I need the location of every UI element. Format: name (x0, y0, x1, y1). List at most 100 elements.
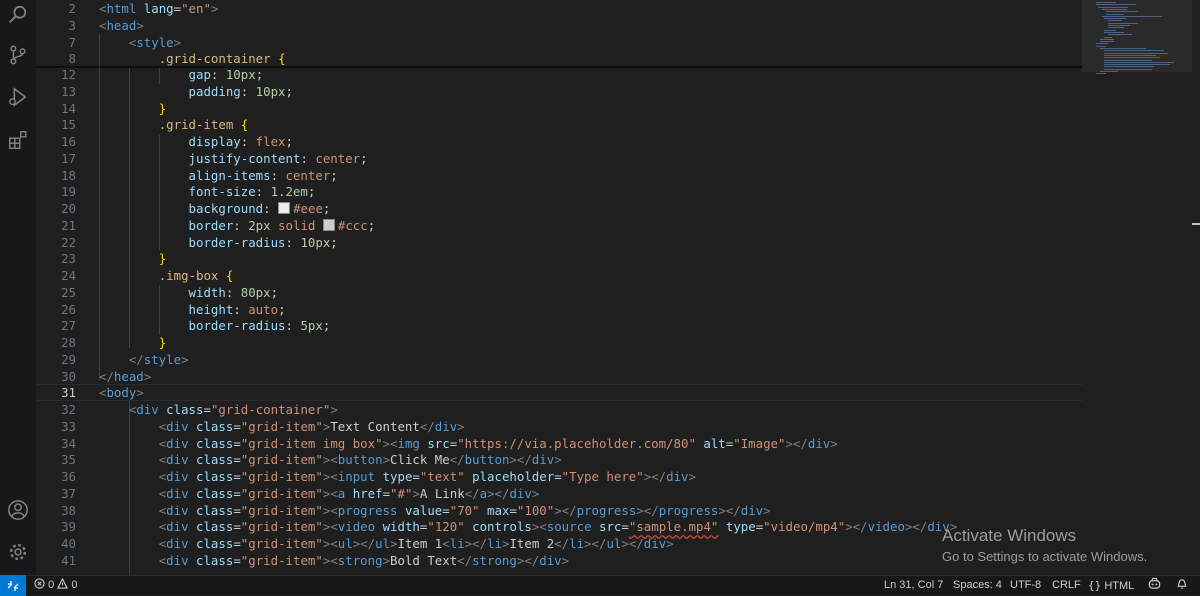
code-token: </ (643, 502, 659, 518)
code-line[interactable]: 37 <div class="grid-item"><a href="#">A … (36, 485, 1082, 502)
code-token: class (196, 536, 234, 551)
remote-icon[interactable] (0, 575, 26, 596)
run-debug-icon[interactable] (6, 85, 30, 109)
code-token: src (599, 519, 622, 535)
minimap[interactable] (1082, 0, 1192, 575)
code-line[interactable]: 28 } (36, 334, 1082, 351)
code-token: progress (337, 502, 398, 518)
problems-indicator[interactable]: 0 0 (34, 576, 77, 595)
code-token: </ (725, 502, 741, 518)
code-line[interactable]: 15 .grid-item { (36, 116, 1082, 133)
minimap-line (1104, 36, 1112, 38)
encoding-setting[interactable]: UTF-8 (1010, 576, 1041, 595)
code-token: </ (912, 519, 928, 535)
line-number: 37 (61, 485, 76, 501)
code-token: div (166, 502, 189, 518)
code-token: video (337, 519, 376, 535)
code-token: div (166, 519, 189, 535)
code-line[interactable]: 19 font-size: 1.2em; (36, 183, 1082, 200)
extensions-icon[interactable] (6, 128, 30, 152)
code-line[interactable]: 41 <div class="grid-item"><strong>Bold T… (36, 552, 1082, 569)
code-line[interactable]: 16 display: flex; (36, 133, 1082, 150)
vertical-scrollbar[interactable] (1192, 0, 1200, 575)
code-line[interactable]: 32 <div class="grid-container"> (36, 401, 1082, 418)
search-icon[interactable] (6, 3, 30, 27)
code-line[interactable]: 18 align-items: center; (36, 167, 1082, 184)
code-token: > (785, 435, 793, 451)
code-line[interactable]: 24 .img-box { (36, 267, 1082, 284)
code-line[interactable]: 25 width: 80px; (36, 284, 1082, 301)
code-token: = (233, 469, 241, 484)
copilot-icon[interactable] (1148, 576, 1161, 595)
account-icon[interactable] (6, 498, 30, 522)
scroll-position-marker (1192, 223, 1200, 225)
code-line[interactable]: 17 justify-content: center; (36, 150, 1082, 167)
bell-icon[interactable] (1176, 576, 1188, 595)
code-token: height (188, 301, 234, 317)
source-control-icon[interactable] (6, 43, 30, 67)
code-line[interactable]: 33 <div class="grid-item">Text Content</… (36, 418, 1082, 435)
code-token: 1.2em (270, 184, 308, 200)
code-line[interactable]: 30 </head> (36, 368, 1082, 385)
code-token: class (196, 418, 234, 434)
code-line[interactable]: 21 border: 2px solid #ccc; (36, 217, 1082, 234)
code-line[interactable]: 29 </style> (36, 351, 1082, 368)
code-line[interactable]: 12 gap: 10px; (36, 66, 1082, 83)
code-line[interactable]: 3 <head> (36, 17, 1082, 34)
code-token: border-radius (188, 234, 286, 250)
color-swatch[interactable] (278, 202, 291, 214)
code-line[interactable]: 35 <div class="grid-item"><button>Click … (36, 451, 1082, 468)
code-line[interactable]: 38 <div class="grid-item"><progress valu… (36, 502, 1082, 519)
code-line[interactable]: 40 <div class="grid-item"><ul></ul>Item … (36, 535, 1082, 552)
code-editor[interactable]: 2 <html lang="en"> 3 <head> 7 <style> 8 .grid… (36, 0, 1082, 575)
line-number: 29 (61, 351, 76, 367)
code-line[interactable]: 13 padding: 10px; (36, 83, 1082, 100)
code-token: padding (188, 83, 241, 99)
code-token: </ (449, 452, 465, 468)
settings-gear-icon[interactable] (6, 540, 30, 564)
code-token: ; (285, 134, 293, 149)
code-token: div (166, 469, 189, 484)
code-line[interactable]: 20 background: #eee; (36, 200, 1082, 217)
code-token: < (539, 519, 547, 535)
code-token: class (166, 402, 204, 417)
color-swatch[interactable] (322, 218, 335, 231)
minimap-line (1100, 48, 1146, 49)
code-token: div (434, 418, 458, 434)
error-count: 0 (48, 579, 55, 591)
code-line[interactable]: 31 <body> (36, 384, 1082, 402)
code-line[interactable]: 34 <div class="grid-item img box"><img s… (36, 435, 1082, 452)
code-token: video (867, 519, 905, 535)
cursor-position[interactable]: Ln 31, Col 7 (884, 576, 943, 595)
code-token: div (643, 536, 667, 551)
language-mode[interactable]: {} HTML (1088, 576, 1134, 595)
indentation-setting[interactable]: Spaces: 4 (953, 576, 1002, 595)
code-token: } (158, 335, 167, 350)
line-ending-setting[interactable]: CRLF (1052, 576, 1081, 595)
code-line[interactable]: 36 <div class="grid-item"><input type="t… (36, 468, 1082, 485)
code-line[interactable]: 8 .grid-container { (36, 50, 1082, 67)
code-line[interactable]: 14 } (36, 100, 1082, 117)
line-number: 36 (61, 469, 76, 484)
code-line[interactable]: 2 <html lang="en"> (36, 0, 1082, 17)
code-line[interactable]: 7 <style> (36, 34, 1082, 51)
code-token: auto (248, 301, 279, 317)
line-code: <div class="grid-item">Text Content</div… (99, 418, 465, 435)
code-token: Text Content (330, 418, 420, 434)
code-line[interactable]: 22 border-radius: 10px; (36, 234, 1082, 251)
code-line[interactable]: 27 border-radius: 5px; (36, 317, 1082, 334)
code-line[interactable]: 23 } (36, 250, 1082, 267)
code-line[interactable]: 26 height: auto; (36, 301, 1082, 318)
code-line[interactable]: 39 <div class="grid-item"><video width="… (36, 518, 1082, 535)
